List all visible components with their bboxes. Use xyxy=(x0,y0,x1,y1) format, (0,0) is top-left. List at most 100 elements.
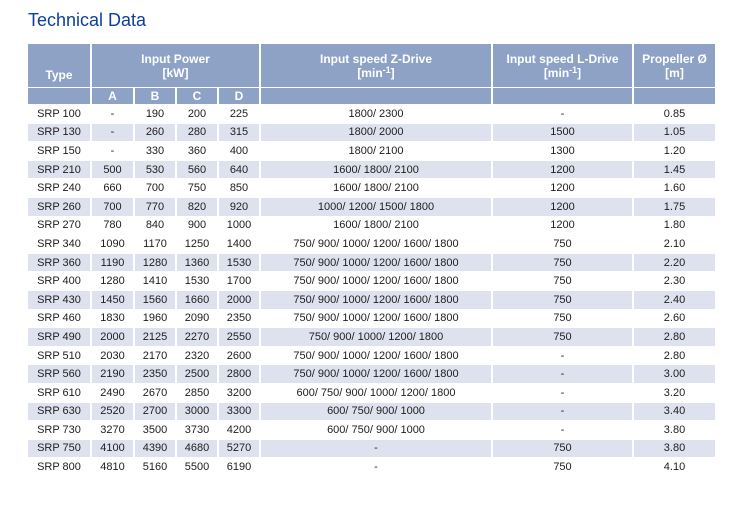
cell-prop: 2.30 xyxy=(634,272,715,290)
cell-type: SRP 240 xyxy=(28,179,90,197)
cell-a: 2030 xyxy=(92,347,133,365)
cell-b: 1560 xyxy=(135,291,175,309)
cell-b: 4390 xyxy=(135,440,175,458)
cell-a: - xyxy=(92,142,133,160)
cell-prop: 2.40 xyxy=(634,291,715,309)
cell-c: 820 xyxy=(177,198,217,216)
table-row: SRP 8004810516055006190-7504.10 xyxy=(28,458,715,476)
header-propeller: Propeller Ø [m] xyxy=(634,44,715,87)
cell-z: 750/ 900/ 1000/ 1200/ 1600/ 1800 xyxy=(261,291,491,309)
cell-l: - xyxy=(493,347,632,365)
cell-l: 750 xyxy=(493,440,632,458)
cell-a: 1830 xyxy=(92,310,133,328)
cell-a: 3270 xyxy=(92,421,133,439)
cell-a: 660 xyxy=(92,179,133,197)
cell-z: 750/ 900/ 1000/ 1200/ 1600/ 1800 xyxy=(261,254,491,272)
cell-z: 750/ 900/ 1000/ 1200/ 1600/ 1800 xyxy=(261,365,491,383)
cell-prop: 1.75 xyxy=(634,198,715,216)
cell-c: 3730 xyxy=(177,421,217,439)
z-drive-unit-suffix: ] xyxy=(391,66,395,80)
cell-a: 2000 xyxy=(92,328,133,346)
table-row: SRP 130-2602803151800/ 200015001.05 xyxy=(28,124,715,142)
cell-b: 330 xyxy=(135,142,175,160)
cell-type: SRP 100 xyxy=(28,105,90,123)
cell-c: 1660 xyxy=(177,291,217,309)
cell-z: 1000/ 1200/ 1500/ 1800 xyxy=(261,198,491,216)
table-row: SRP 4601830196020902350750/ 900/ 1000/ 1… xyxy=(28,310,715,328)
cell-d: 2000 xyxy=(219,291,259,309)
cell-b: 3500 xyxy=(135,421,175,439)
cell-prop: 4.10 xyxy=(634,458,715,476)
cell-d: 225 xyxy=(219,105,259,123)
cell-type: SRP 460 xyxy=(28,310,90,328)
header-l-drive: Input speed L-Drive [min-1] xyxy=(493,44,632,87)
table-row: SRP 2607007708209201000/ 1200/ 1500/ 180… xyxy=(28,198,715,216)
cell-prop: 2.10 xyxy=(634,235,715,253)
cell-l: 1200 xyxy=(493,217,632,235)
cell-d: 2350 xyxy=(219,310,259,328)
cell-type: SRP 730 xyxy=(28,421,90,439)
cell-c: 3000 xyxy=(177,403,217,421)
cell-a: 500 xyxy=(92,161,133,179)
cell-l: 1500 xyxy=(493,124,632,142)
cell-d: 400 xyxy=(219,142,259,160)
table-row: SRP 4001280141015301700750/ 900/ 1000/ 1… xyxy=(28,272,715,290)
cell-b: 700 xyxy=(135,179,175,197)
cell-prop: 1.20 xyxy=(634,142,715,160)
header-propeller-unit: [m] xyxy=(634,66,715,80)
page-title: Technical Data xyxy=(28,10,743,31)
cell-d: 3300 xyxy=(219,403,259,421)
cell-c: 750 xyxy=(177,179,217,197)
cell-l: 750 xyxy=(493,254,632,272)
cell-type: SRP 560 xyxy=(28,365,90,383)
cell-c: 280 xyxy=(177,124,217,142)
cell-c: 4680 xyxy=(177,440,217,458)
cell-l: - xyxy=(493,365,632,383)
cell-prop: 0.85 xyxy=(634,105,715,123)
table-row: SRP 5102030217023202600750/ 900/ 1000/ 1… xyxy=(28,347,715,365)
cell-a: - xyxy=(92,105,133,123)
cell-a: 1090 xyxy=(92,235,133,253)
table-header: Type Input Power [kW] Input speed Z-Driv… xyxy=(28,44,715,104)
cell-d: 315 xyxy=(219,124,259,142)
cell-z: 600/ 750/ 900/ 1000/ 1200/ 1800 xyxy=(261,384,491,402)
cell-a: 780 xyxy=(92,217,133,235)
table-row: SRP 6102490267028503200600/ 750/ 900/ 10… xyxy=(28,384,715,402)
cell-c: 2090 xyxy=(177,310,217,328)
cell-z: 1800/ 2300 xyxy=(261,105,491,123)
cell-type: SRP 490 xyxy=(28,328,90,346)
cell-d: 1700 xyxy=(219,272,259,290)
cell-a: 2520 xyxy=(92,403,133,421)
cell-l: 1200 xyxy=(493,198,632,216)
cell-l: - xyxy=(493,421,632,439)
subheader-col-b: B xyxy=(135,88,175,104)
cell-d: 640 xyxy=(219,161,259,179)
l-drive-unit-exponent: -1 xyxy=(569,65,577,75)
header-z-drive-label: Input speed Z-Drive xyxy=(261,52,491,66)
header-z-drive: Input speed Z-Drive [min-1] xyxy=(261,44,491,87)
cell-prop: 3.00 xyxy=(634,365,715,383)
header-input-power-label: Input Power xyxy=(92,52,259,66)
cell-type: SRP 260 xyxy=(28,198,90,216)
table-row: SRP 6302520270030003300600/ 750/ 900/ 10… xyxy=(28,403,715,421)
cell-a: 700 xyxy=(92,198,133,216)
table-row: SRP 4902000212522702550750/ 900/ 1000/ 1… xyxy=(28,328,715,346)
cell-l: 750 xyxy=(493,458,632,476)
cell-b: 1280 xyxy=(135,254,175,272)
cell-prop: 1.05 xyxy=(634,124,715,142)
cell-d: 6190 xyxy=(219,458,259,476)
cell-b: 1960 xyxy=(135,310,175,328)
z-drive-unit-exponent: -1 xyxy=(383,65,391,75)
cell-c: 1530 xyxy=(177,272,217,290)
cell-z: 1600/ 1800/ 2100 xyxy=(261,161,491,179)
cell-l: 750 xyxy=(493,235,632,253)
cell-a: - xyxy=(92,124,133,142)
cell-z: 750/ 900/ 1000/ 1200/ 1600/ 1800 xyxy=(261,347,491,365)
z-drive-unit-prefix: [min xyxy=(357,66,382,80)
header-l-drive-label: Input speed L-Drive xyxy=(493,52,632,66)
cell-type: SRP 400 xyxy=(28,272,90,290)
cell-prop: 1.45 xyxy=(634,161,715,179)
cell-b: 1410 xyxy=(135,272,175,290)
cell-b: 2125 xyxy=(135,328,175,346)
cell-z: 1800/ 2000 xyxy=(261,124,491,142)
